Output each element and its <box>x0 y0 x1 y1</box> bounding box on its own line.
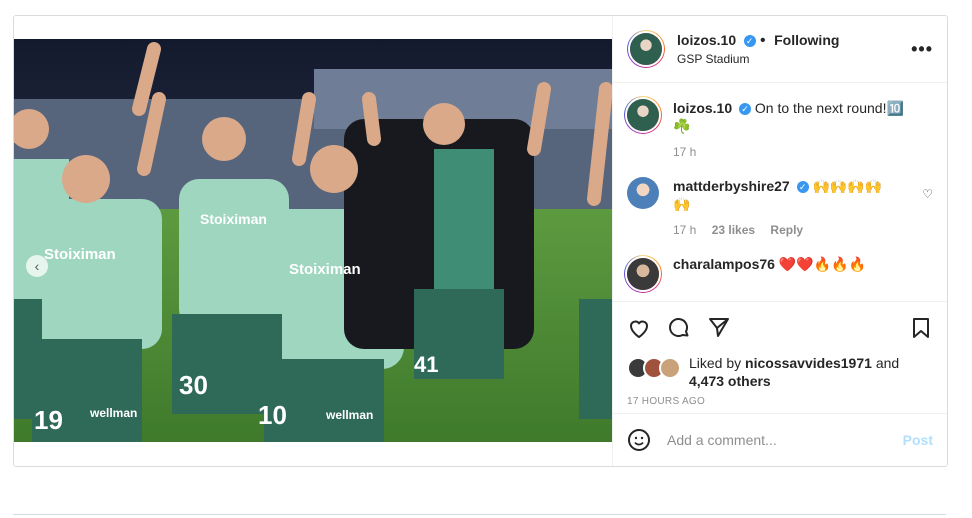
avatar-story-ring[interactable] <box>624 255 662 293</box>
likes-others-link[interactable]: 4,473 others <box>689 373 771 389</box>
separator-dot: • <box>760 32 766 49</box>
comment-like-icon[interactable]: ♡ <box>922 187 933 239</box>
caption: loizos.10 ✓ On to the next round!🔟 ☘️ 17… <box>624 96 933 161</box>
caption-text-line2: ☘️ <box>673 118 691 134</box>
comment-text-line2: 🙌 <box>673 196 691 212</box>
shorts-sponsor-text: wellman <box>325 408 373 422</box>
player-number-text: 30 <box>179 370 208 400</box>
carousel-dot-active <box>315 444 321 450</box>
author-username[interactable]: loizos.10 <box>677 32 736 48</box>
post-timestamp[interactable]: 17 HOURS AGO <box>613 396 947 407</box>
comment-input[interactable] <box>665 431 903 449</box>
post-sidebar: loizos.10 ✓ • Following GSP Stadium ••• … <box>612 16 947 466</box>
post-comment-button[interactable]: Post <box>903 432 933 448</box>
carousel-dots <box>14 444 612 450</box>
liked-by-username[interactable]: nicossavvides1971 <box>745 355 872 371</box>
reply-button[interactable]: Reply <box>770 223 803 237</box>
caption-time: 17 h <box>673 145 697 159</box>
avatar <box>625 256 661 292</box>
comment-bubble-icon[interactable] <box>667 316 691 340</box>
player-number-text: 41 <box>414 352 438 377</box>
shorts-sponsor-text: wellman <box>89 406 137 420</box>
player-number-text: 19 <box>34 405 63 435</box>
location-link[interactable]: GSP Stadium <box>677 52 839 66</box>
bookmark-icon[interactable] <box>909 316 933 340</box>
comment-item: mattderbyshire27 ✓ 🙌🙌🙌🙌 🙌 17 h 23 likes … <box>627 177 933 239</box>
comment-username[interactable]: charalampos76 <box>673 256 775 272</box>
team-celebration-image: Stoiximan Stoiximan Stoiximan 19 30 10 4… <box>14 39 612 442</box>
post-header: loizos.10 ✓ • Following GSP Stadium ••• <box>613 16 947 83</box>
heart-icon[interactable] <box>627 316 651 340</box>
comment-username[interactable]: mattderbyshire27 <box>673 178 790 194</box>
chevron-left-icon[interactable]: ‹ <box>26 255 48 277</box>
post-actions <box>613 301 947 354</box>
paper-plane-icon[interactable] <box>707 316 731 340</box>
divider <box>13 514 946 515</box>
comments-section: loizos.10 ✓ On to the next round!🔟 ☘️ 17… <box>613 83 947 301</box>
verified-badge-icon: ✓ <box>796 181 809 194</box>
post-photo[interactable]: Stoiximan Stoiximan Stoiximan 19 30 10 4… <box>14 39 612 450</box>
comment-time: 17 h <box>673 223 697 237</box>
add-comment-bar: Post <box>613 413 947 466</box>
following-button[interactable]: Following <box>774 32 839 48</box>
verified-badge-icon: ✓ <box>739 103 752 116</box>
likes-summary: Liked by nicossavvides1971 and 4,473 oth… <box>613 354 947 390</box>
likes-and: and <box>875 355 900 371</box>
jersey-sponsor-text: Stoiximan <box>44 246 116 263</box>
emoji-icon[interactable] <box>627 428 651 452</box>
avatar-story-ring[interactable] <box>624 96 662 134</box>
avatar-story-ring[interactable] <box>627 30 665 68</box>
caption-text: On to the next round!🔟 <box>754 100 904 116</box>
jersey-sponsor-text: Stoiximan <box>200 211 267 227</box>
post-media: Stoiximan Stoiximan Stoiximan 19 30 10 4… <box>14 16 612 466</box>
avatar[interactable] <box>627 177 659 209</box>
likes-prefix: Liked by <box>689 355 742 371</box>
avatar <box>628 31 664 67</box>
jersey-sponsor-text: Stoiximan <box>289 261 361 278</box>
carousel-dot <box>305 444 311 450</box>
instagram-post: Stoiximan Stoiximan Stoiximan 19 30 10 4… <box>13 15 948 467</box>
caption-username[interactable]: loizos.10 <box>673 100 732 116</box>
comment-text: ❤️❤️🔥🔥🔥 <box>778 256 867 272</box>
comment-likes[interactable]: 23 likes <box>712 223 755 237</box>
avatar <box>659 357 681 379</box>
player-number-text: 10 <box>258 400 287 430</box>
verified-badge-icon: ✓ <box>743 34 756 47</box>
comment-text: 🙌🙌🙌🙌 <box>812 178 883 194</box>
more-options-icon[interactable]: ••• <box>911 39 933 60</box>
comment-item: charalampos76 ❤️❤️🔥🔥🔥 <box>624 255 933 293</box>
avatar <box>625 97 661 133</box>
